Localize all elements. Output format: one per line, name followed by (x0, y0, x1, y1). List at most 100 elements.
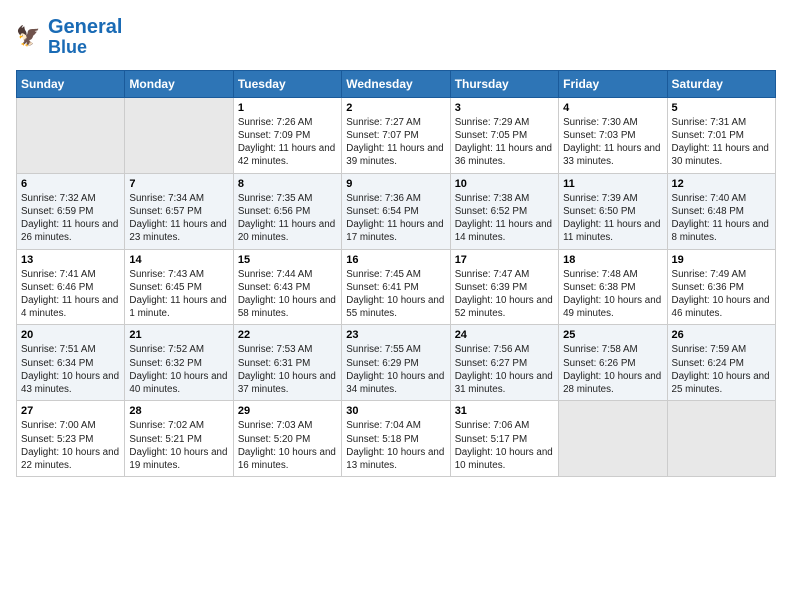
day-info: Sunrise: 7:40 AM Sunset: 6:48 PM Dayligh… (672, 192, 771, 245)
daylight: Daylight: 11 hours and 11 minutes. (563, 218, 662, 244)
calendar-cell: 17 Sunrise: 7:47 AM Sunset: 6:39 PM Dayl… (450, 249, 558, 325)
col-tuesday: Tuesday (233, 70, 341, 97)
sunrise: Sunrise: 7:48 AM (563, 268, 662, 281)
calendar-cell: 16 Sunrise: 7:45 AM Sunset: 6:41 PM Dayl… (342, 249, 450, 325)
col-thursday: Thursday (450, 70, 558, 97)
sunrise: Sunrise: 7:02 AM (129, 419, 228, 432)
calendar-cell: 28 Sunrise: 7:02 AM Sunset: 5:21 PM Dayl… (125, 401, 233, 477)
day-number: 18 (563, 254, 662, 266)
day-info: Sunrise: 7:26 AM Sunset: 7:09 PM Dayligh… (238, 116, 337, 169)
day-info: Sunrise: 7:41 AM Sunset: 6:46 PM Dayligh… (21, 268, 120, 321)
calendar-week-row: 13 Sunrise: 7:41 AM Sunset: 6:46 PM Dayl… (17, 249, 776, 325)
day-info: Sunrise: 7:03 AM Sunset: 5:20 PM Dayligh… (238, 419, 337, 472)
day-info: Sunrise: 7:30 AM Sunset: 7:03 PM Dayligh… (563, 116, 662, 169)
day-number: 6 (21, 178, 120, 190)
calendar-cell: 11 Sunrise: 7:39 AM Sunset: 6:50 PM Dayl… (559, 173, 667, 249)
sunset: Sunset: 6:38 PM (563, 281, 662, 294)
daylight: Daylight: 11 hours and 8 minutes. (672, 218, 771, 244)
day-info: Sunrise: 7:47 AM Sunset: 6:39 PM Dayligh… (455, 268, 554, 321)
day-number: 31 (455, 405, 554, 417)
day-number: 11 (563, 178, 662, 190)
day-info: Sunrise: 7:45 AM Sunset: 6:41 PM Dayligh… (346, 268, 445, 321)
sunset: Sunset: 6:52 PM (455, 205, 554, 218)
sunset: Sunset: 7:03 PM (563, 129, 662, 142)
day-info: Sunrise: 7:55 AM Sunset: 6:29 PM Dayligh… (346, 343, 445, 396)
calendar-cell (125, 97, 233, 173)
day-number: 15 (238, 254, 337, 266)
sunset: Sunset: 6:57 PM (129, 205, 228, 218)
calendar-cell: 30 Sunrise: 7:04 AM Sunset: 5:18 PM Dayl… (342, 401, 450, 477)
sunrise: Sunrise: 7:49 AM (672, 268, 771, 281)
sunrise: Sunrise: 7:03 AM (238, 419, 337, 432)
calendar-cell: 8 Sunrise: 7:35 AM Sunset: 6:56 PM Dayli… (233, 173, 341, 249)
day-number: 25 (563, 329, 662, 341)
sunrise: Sunrise: 7:34 AM (129, 192, 228, 205)
calendar-week-row: 27 Sunrise: 7:00 AM Sunset: 5:23 PM Dayl… (17, 401, 776, 477)
daylight: Daylight: 11 hours and 39 minutes. (346, 142, 445, 168)
daylight: Daylight: 10 hours and 52 minutes. (455, 294, 554, 320)
sunset: Sunset: 5:17 PM (455, 433, 554, 446)
day-number: 8 (238, 178, 337, 190)
day-number: 2 (346, 102, 445, 114)
logo-text: General Blue (48, 16, 122, 58)
sunset: Sunset: 6:48 PM (672, 205, 771, 218)
day-number: 5 (672, 102, 771, 114)
calendar-cell: 18 Sunrise: 7:48 AM Sunset: 6:38 PM Dayl… (559, 249, 667, 325)
calendar-cell: 27 Sunrise: 7:00 AM Sunset: 5:23 PM Dayl… (17, 401, 125, 477)
calendar-cell: 23 Sunrise: 7:55 AM Sunset: 6:29 PM Dayl… (342, 325, 450, 401)
calendar-cell: 26 Sunrise: 7:59 AM Sunset: 6:24 PM Dayl… (667, 325, 775, 401)
day-info: Sunrise: 7:44 AM Sunset: 6:43 PM Dayligh… (238, 268, 337, 321)
sunset: Sunset: 5:23 PM (21, 433, 120, 446)
day-info: Sunrise: 7:39 AM Sunset: 6:50 PM Dayligh… (563, 192, 662, 245)
day-info: Sunrise: 7:06 AM Sunset: 5:17 PM Dayligh… (455, 419, 554, 472)
daylight: Daylight: 10 hours and 55 minutes. (346, 294, 445, 320)
calendar-cell: 1 Sunrise: 7:26 AM Sunset: 7:09 PM Dayli… (233, 97, 341, 173)
daylight: Daylight: 10 hours and 31 minutes. (455, 370, 554, 396)
sunset: Sunset: 5:21 PM (129, 433, 228, 446)
day-number: 14 (129, 254, 228, 266)
day-info: Sunrise: 7:34 AM Sunset: 6:57 PM Dayligh… (129, 192, 228, 245)
sunrise: Sunrise: 7:53 AM (238, 343, 337, 356)
day-info: Sunrise: 7:04 AM Sunset: 5:18 PM Dayligh… (346, 419, 445, 472)
daylight: Daylight: 10 hours and 13 minutes. (346, 446, 445, 472)
calendar-cell: 12 Sunrise: 7:40 AM Sunset: 6:48 PM Dayl… (667, 173, 775, 249)
sunset: Sunset: 7:01 PM (672, 129, 771, 142)
sunset: Sunset: 6:39 PM (455, 281, 554, 294)
day-number: 9 (346, 178, 445, 190)
day-number: 30 (346, 405, 445, 417)
day-info: Sunrise: 7:29 AM Sunset: 7:05 PM Dayligh… (455, 116, 554, 169)
daylight: Daylight: 10 hours and 10 minutes. (455, 446, 554, 472)
sunset: Sunset: 6:56 PM (238, 205, 337, 218)
sunrise: Sunrise: 7:36 AM (346, 192, 445, 205)
calendar-cell: 5 Sunrise: 7:31 AM Sunset: 7:01 PM Dayli… (667, 97, 775, 173)
daylight: Daylight: 11 hours and 36 minutes. (455, 142, 554, 168)
sunrise: Sunrise: 7:55 AM (346, 343, 445, 356)
sunrise: Sunrise: 7:59 AM (672, 343, 771, 356)
day-number: 7 (129, 178, 228, 190)
daylight: Daylight: 11 hours and 30 minutes. (672, 142, 771, 168)
sunrise: Sunrise: 7:26 AM (238, 116, 337, 129)
sunrise: Sunrise: 7:30 AM (563, 116, 662, 129)
sunset: Sunset: 6:24 PM (672, 357, 771, 370)
sunset: Sunset: 6:43 PM (238, 281, 337, 294)
daylight: Daylight: 10 hours and 49 minutes. (563, 294, 662, 320)
daylight: Daylight: 10 hours and 16 minutes. (238, 446, 337, 472)
daylight: Daylight: 10 hours and 58 minutes. (238, 294, 337, 320)
sunset: Sunset: 6:32 PM (129, 357, 228, 370)
daylight: Daylight: 11 hours and 33 minutes. (563, 142, 662, 168)
calendar-cell: 9 Sunrise: 7:36 AM Sunset: 6:54 PM Dayli… (342, 173, 450, 249)
calendar-cell: 31 Sunrise: 7:06 AM Sunset: 5:17 PM Dayl… (450, 401, 558, 477)
sunrise: Sunrise: 7:40 AM (672, 192, 771, 205)
sunset: Sunset: 6:50 PM (563, 205, 662, 218)
sunrise: Sunrise: 7:58 AM (563, 343, 662, 356)
sunset: Sunset: 6:31 PM (238, 357, 337, 370)
sunset: Sunset: 6:59 PM (21, 205, 120, 218)
day-info: Sunrise: 7:38 AM Sunset: 6:52 PM Dayligh… (455, 192, 554, 245)
sunrise: Sunrise: 7:27 AM (346, 116, 445, 129)
sunrise: Sunrise: 7:04 AM (346, 419, 445, 432)
calendar-cell: 13 Sunrise: 7:41 AM Sunset: 6:46 PM Dayl… (17, 249, 125, 325)
sunrise: Sunrise: 7:45 AM (346, 268, 445, 281)
calendar-cell: 3 Sunrise: 7:29 AM Sunset: 7:05 PM Dayli… (450, 97, 558, 173)
sunrise: Sunrise: 7:47 AM (455, 268, 554, 281)
sunrise: Sunrise: 7:56 AM (455, 343, 554, 356)
